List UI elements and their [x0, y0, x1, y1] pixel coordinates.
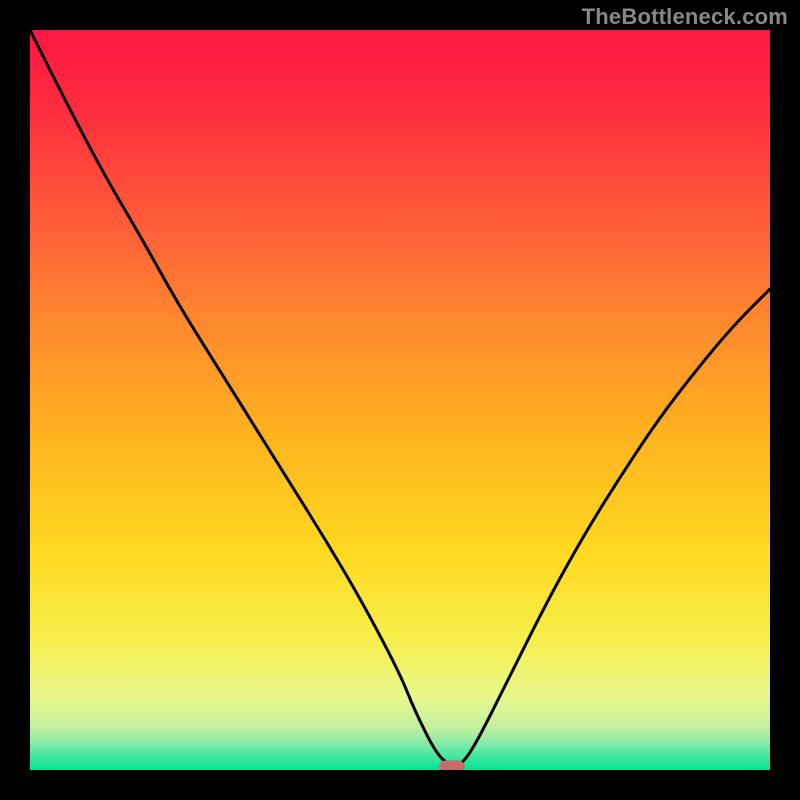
minimum-marker	[439, 760, 465, 770]
chart-background	[30, 30, 770, 770]
plot-area	[30, 30, 770, 770]
chart-svg	[30, 30, 770, 770]
watermark-text: TheBottleneck.com	[582, 4, 788, 30]
chart-frame: TheBottleneck.com	[0, 0, 800, 800]
